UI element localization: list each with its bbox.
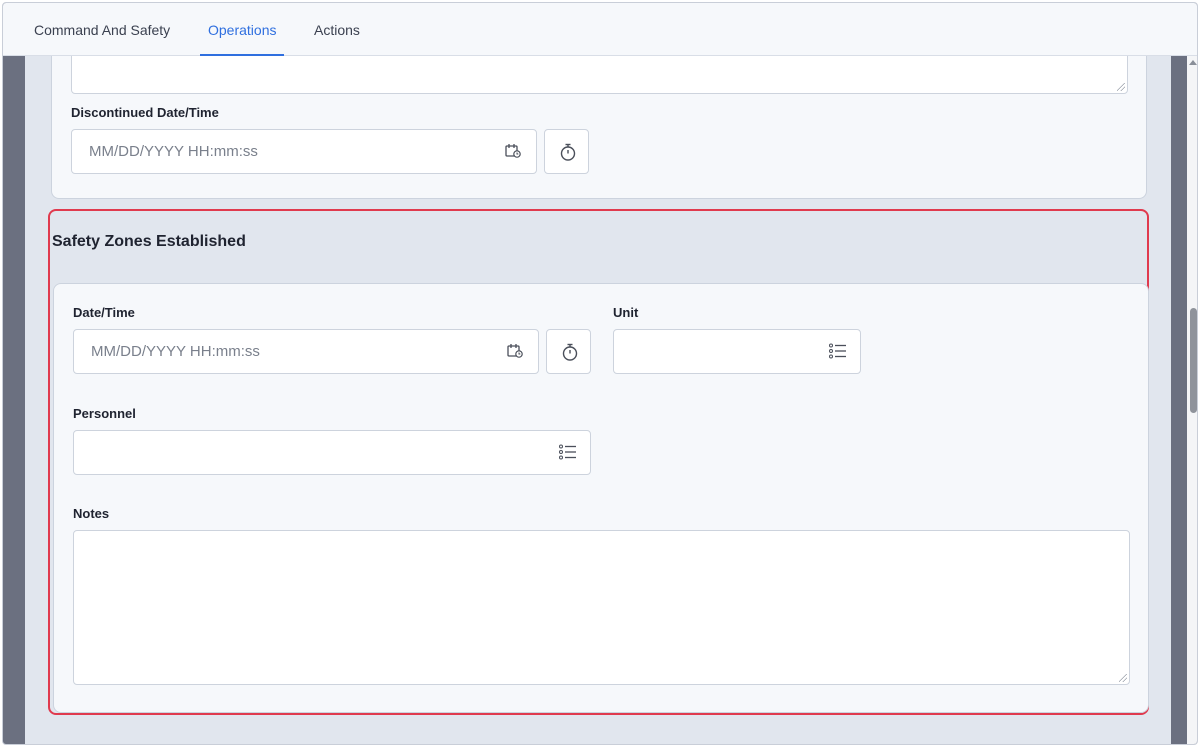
calendar-clock-icon[interactable] — [504, 142, 522, 165]
list-icon[interactable] — [558, 443, 578, 466]
form-content: Discontinued Date/Time MM/DD/YYYY HH:mm:… — [25, 42, 1171, 744]
tab-bar: Command And Safety Operations Actions — [3, 3, 1197, 56]
safety-zones-section: Safety Zones Established Date/Time MM/DD… — [48, 209, 1149, 715]
discontinued-datetime-placeholder: MM/DD/YYYY HH:mm:ss — [89, 143, 258, 160]
stopwatch-icon — [562, 343, 578, 361]
datetime-now-button[interactable] — [546, 329, 591, 374]
calendar-clock-icon[interactable] — [506, 342, 524, 365]
resize-grip-icon[interactable] — [1119, 674, 1127, 682]
unit-select[interactable] — [613, 329, 861, 374]
tab-actions[interactable]: Actions — [314, 3, 360, 56]
previous-section-card: Discontinued Date/Time MM/DD/YYYY HH:mm:… — [51, 42, 1147, 199]
stopwatch-icon — [560, 143, 576, 161]
app-frame: Command And Safety Operations Actions Di… — [2, 2, 1198, 745]
tab-command-and-safety[interactable]: Command And Safety — [34, 3, 170, 56]
datetime-input[interactable]: MM/DD/YYYY HH:mm:ss — [73, 329, 539, 374]
list-icon[interactable] — [828, 342, 848, 365]
discontinued-now-button[interactable] — [544, 129, 589, 174]
vertical-scrollbar[interactable] — [1187, 56, 1197, 744]
resize-grip-icon[interactable] — [1117, 83, 1125, 91]
notes-label: Notes — [73, 506, 110, 521]
discontinued-datetime-input[interactable]: MM/DD/YYYY HH:mm:ss — [71, 129, 537, 174]
scroll-up-arrow-icon[interactable] — [1189, 60, 1197, 65]
section-title: Safety Zones Established — [52, 233, 246, 250]
notes-textarea[interactable] — [73, 530, 1130, 685]
personnel-label: Personnel — [73, 406, 136, 421]
scrollbar-thumb[interactable] — [1190, 308, 1197, 413]
tab-operations[interactable]: Operations — [199, 3, 286, 56]
datetime-placeholder: MM/DD/YYYY HH:mm:ss — [91, 343, 260, 360]
discontinued-datetime-label: Discontinued Date/Time — [71, 105, 219, 120]
safety-zones-card: Date/Time MM/DD/YYYY HH:mm:ss Unit Perso… — [53, 283, 1149, 713]
datetime-label: Date/Time — [73, 305, 135, 320]
personnel-select[interactable] — [73, 430, 591, 475]
unit-label: Unit — [613, 305, 639, 320]
